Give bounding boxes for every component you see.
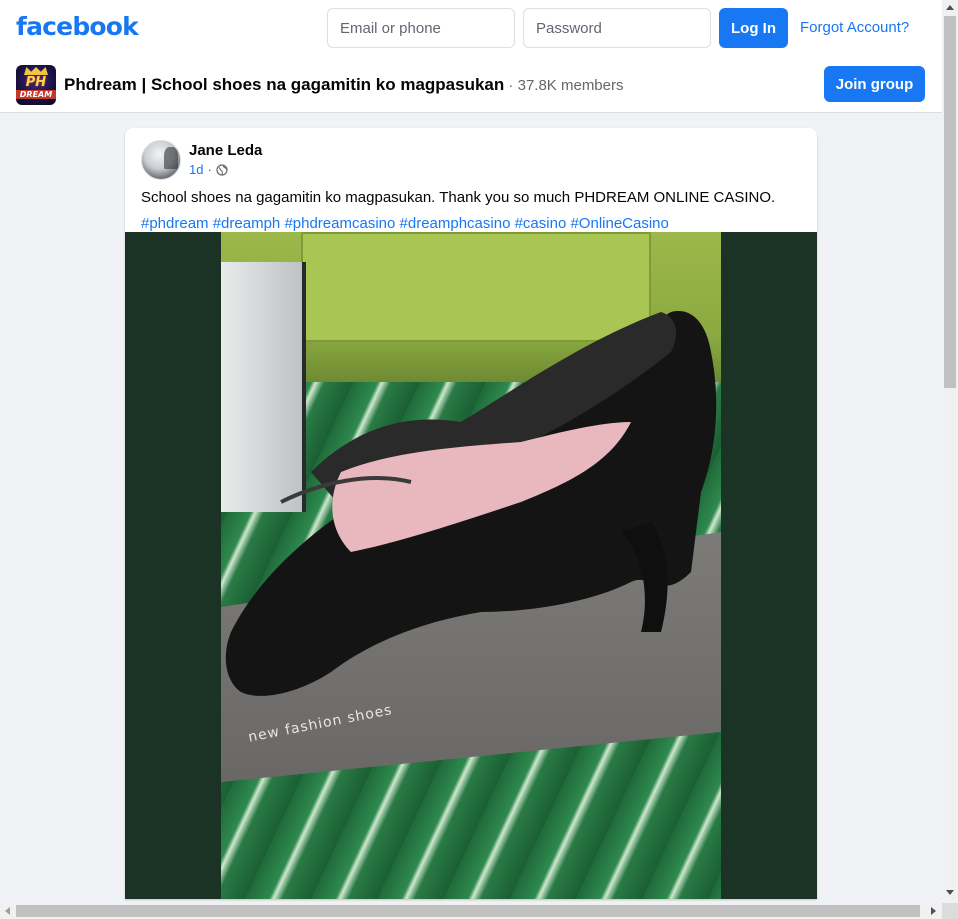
join-group-button[interactable]: Join group: [824, 66, 925, 102]
hashtag-link[interactable]: #phdreamcasino: [284, 215, 395, 232]
group-meta-separator: ·: [504, 77, 518, 94]
black-high-heel-shoe: [225, 311, 717, 696]
post-meta: 1d ·: [189, 162, 228, 177]
post-text: School shoes na gagamitin ko magpasukan.…: [141, 189, 776, 206]
post-photo-container[interactable]: new fashion shoes: [125, 232, 817, 899]
vertical-scrollbar[interactable]: [942, 0, 958, 903]
post-photo[interactable]: new fashion shoes: [221, 232, 721, 899]
meta-separator: ·: [207, 162, 212, 177]
scrollbar-corner: [942, 903, 958, 919]
login-button[interactable]: Log In: [719, 8, 788, 48]
post-card: Jane Leda 1d · School shoes na gagamitin…: [125, 128, 817, 899]
top-navigation-bar: facebook Log In Forgot Account?: [0, 0, 942, 56]
crown-icon: [24, 67, 48, 75]
scroll-down-arrow-icon[interactable]: [946, 890, 954, 895]
facebook-logo[interactable]: facebook: [16, 12, 139, 41]
hashtag-link[interactable]: #dreamph: [213, 215, 281, 232]
forgot-account-link[interactable]: Forgot Account?: [800, 19, 909, 36]
group-logo-text-bottom: DREAM: [16, 90, 56, 99]
hashtag-link[interactable]: #dreamphcasino: [400, 215, 511, 232]
group-header: PH DREAM Phdream | School shoes na gagam…: [0, 56, 942, 113]
scroll-up-arrow-icon[interactable]: [946, 5, 954, 10]
group-name[interactable]: Phdream | School shoes na gagamitin ko m…: [64, 75, 504, 94]
group-member-count: 37.8K members: [517, 77, 624, 94]
scroll-right-arrow-icon[interactable]: [931, 907, 936, 915]
hashtag-link[interactable]: #casino: [515, 215, 567, 232]
scroll-left-arrow-icon[interactable]: [5, 907, 10, 915]
hashtag-link[interactable]: #OnlineCasino: [570, 215, 668, 232]
horizontal-scrollbar-thumb[interactable]: [16, 905, 920, 917]
email-input[interactable]: [327, 8, 515, 48]
password-input[interactable]: [523, 8, 711, 48]
hashtag-list: #phdream #dreamph #phdreamcasino #dreamp…: [141, 214, 669, 234]
group-title-row: Phdream | School shoes na gagamitin ko m…: [64, 75, 624, 95]
group-logo-text-top: PH: [25, 75, 47, 90]
globe-icon: [216, 163, 228, 176]
hashtag-link[interactable]: #phdream: [141, 215, 209, 232]
post-timestamp[interactable]: 1d: [189, 162, 203, 177]
horizontal-scrollbar[interactable]: [0, 903, 942, 919]
author-avatar[interactable]: [141, 140, 181, 180]
author-name[interactable]: Jane Leda: [189, 142, 262, 159]
group-avatar[interactable]: PH DREAM: [16, 65, 56, 105]
vertical-scrollbar-thumb[interactable]: [944, 16, 956, 388]
